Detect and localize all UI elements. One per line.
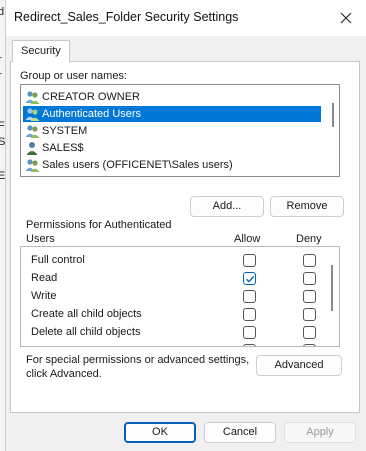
users-icon xyxy=(25,108,40,121)
user-icon xyxy=(26,142,38,155)
bg-char: S xyxy=(0,136,6,148)
permissions-list[interactable]: Full control Read Write Create all child… xyxy=(20,246,340,347)
bg-char: E xyxy=(0,170,6,182)
permissions-header-line2: Users xyxy=(26,233,55,245)
allow-checkbox[interactable] xyxy=(243,290,256,303)
permissions-header: Permissions for Authenticated Users xyxy=(26,218,172,246)
allow-checkbox-partial[interactable] xyxy=(243,344,256,346)
list-item-sales-users[interactable]: Sales users (OFFICENET\Sales users) xyxy=(23,157,321,173)
permission-row-read: Read xyxy=(21,270,321,288)
scrollbar-thumb[interactable] xyxy=(332,103,334,127)
list-item-sales-computer[interactable]: SALES$ xyxy=(23,140,321,156)
special-permissions-text: For special permissions or advanced sett… xyxy=(26,353,256,381)
permission-name: Read xyxy=(31,272,58,284)
user-name: Sales users (OFFICENET\Sales users) xyxy=(42,159,233,171)
user-list-scrollbar[interactable] xyxy=(327,85,339,176)
permission-row-delete-child: Delete all child objects xyxy=(21,324,321,342)
scrollbar-thumb[interactable] xyxy=(331,265,333,311)
tab-security[interactable]: Security xyxy=(12,40,70,62)
list-item-creator-owner[interactable]: CREATOR OWNER xyxy=(23,89,321,105)
permission-row-full-control: Full control xyxy=(21,252,321,270)
apply-button[interactable]: Apply xyxy=(284,422,356,443)
title-bar[interactable]: Redirect_Sales_Folder Security Settings xyxy=(6,0,366,36)
deny-checkbox-partial[interactable] xyxy=(303,344,316,346)
permission-name: Write xyxy=(31,290,57,302)
allow-column-header: Allow xyxy=(234,233,261,245)
permission-name: Create all child objects xyxy=(31,308,142,320)
list-item-system[interactable]: SYSTEM xyxy=(23,123,321,139)
special-text-line1: For special permissions or advanced sett… xyxy=(26,354,250,366)
group-names-label: Group or user names: xyxy=(20,70,127,82)
permission-name: Delete all child objects xyxy=(31,326,141,338)
group-user-list[interactable]: CREATOR OWNER Authenticated Users SYSTEM… xyxy=(20,84,340,177)
window-title: Redirect_Sales_Folder Security Settings xyxy=(14,10,239,24)
users-icon xyxy=(25,159,40,172)
user-name: SYSTEM xyxy=(42,125,88,137)
allow-checkbox[interactable] xyxy=(243,272,256,285)
permission-row-create-child: Create all child objects xyxy=(21,306,321,324)
deny-checkbox[interactable] xyxy=(303,326,316,339)
users-icon xyxy=(25,91,40,104)
cancel-button[interactable]: Cancel xyxy=(204,422,276,443)
user-name: Authenticated Users xyxy=(42,108,142,120)
deny-checkbox[interactable] xyxy=(303,272,316,285)
deny-column-header: Deny xyxy=(296,233,322,245)
user-name: SALES$ xyxy=(42,142,84,154)
ok-button[interactable]: OK xyxy=(124,422,196,443)
bg-char: r xyxy=(0,54,2,66)
deny-checkbox[interactable] xyxy=(303,254,316,267)
permissions-header-line1: Permissions for Authenticated xyxy=(26,219,172,231)
deny-checkbox[interactable] xyxy=(303,308,316,321)
users-icon xyxy=(25,125,40,138)
security-settings-dialog: Redirect_Sales_Folder Security Settings … xyxy=(6,0,366,451)
bg-char: F xyxy=(0,120,5,132)
list-item-authenticated-users[interactable]: Authenticated Users xyxy=(23,106,321,122)
deny-checkbox[interactable] xyxy=(303,290,316,303)
permission-name: Full control xyxy=(31,254,85,266)
add-button[interactable]: Add... xyxy=(190,196,264,217)
permission-row-write: Write xyxy=(21,288,321,306)
allow-checkbox[interactable] xyxy=(243,308,256,321)
allow-checkbox[interactable] xyxy=(243,254,256,267)
close-icon xyxy=(340,12,352,24)
remove-button[interactable]: Remove xyxy=(270,196,344,217)
user-name: CREATOR OWNER xyxy=(42,91,140,103)
close-button[interactable] xyxy=(332,4,360,32)
checkmark-icon xyxy=(246,275,255,283)
advanced-button[interactable]: Advanced xyxy=(256,355,342,376)
bg-char: d xyxy=(0,6,5,18)
special-text-line2: click Advanced. xyxy=(26,368,102,380)
allow-checkbox[interactable] xyxy=(243,326,256,339)
bg-char: r xyxy=(0,70,2,82)
